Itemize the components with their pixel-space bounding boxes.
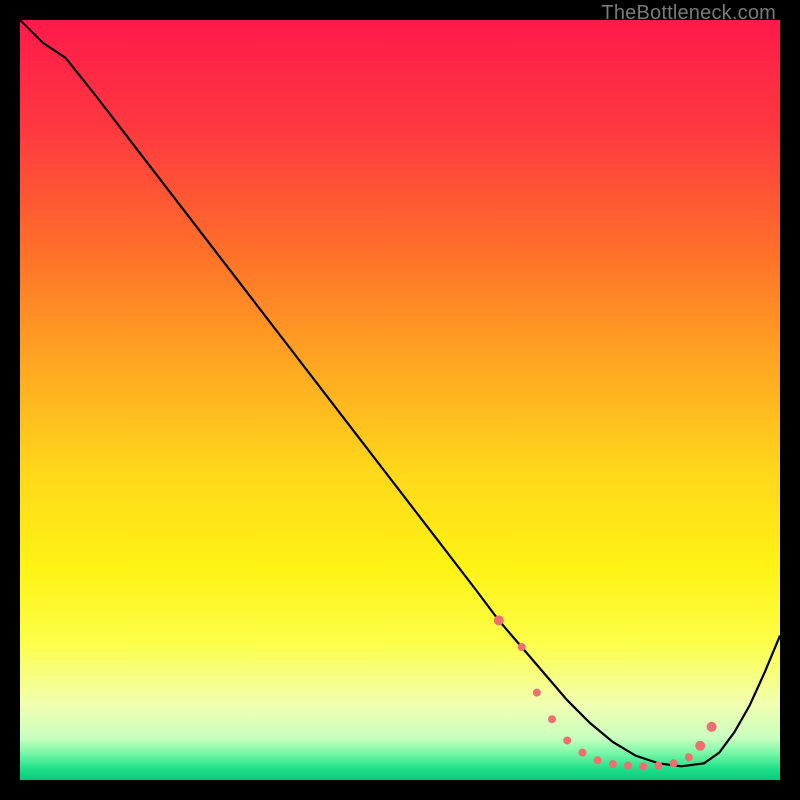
chart-frame bbox=[20, 20, 780, 780]
marker-dot bbox=[494, 615, 504, 625]
marker-dot bbox=[578, 749, 586, 757]
marker-dot bbox=[707, 722, 717, 732]
marker-dot bbox=[548, 715, 556, 723]
marker-dot bbox=[609, 760, 617, 768]
marker-dot bbox=[695, 741, 705, 751]
marker-dot bbox=[563, 736, 571, 744]
marker-dot bbox=[670, 759, 678, 767]
marker-dot bbox=[518, 643, 526, 651]
marker-dot bbox=[533, 689, 541, 697]
marker-dot bbox=[654, 762, 662, 770]
bottleneck-chart bbox=[20, 20, 780, 780]
marker-dot bbox=[639, 762, 647, 770]
gradient-background bbox=[20, 20, 780, 780]
marker-dot bbox=[624, 762, 632, 770]
marker-dot bbox=[685, 753, 693, 761]
marker-dot bbox=[594, 756, 602, 764]
